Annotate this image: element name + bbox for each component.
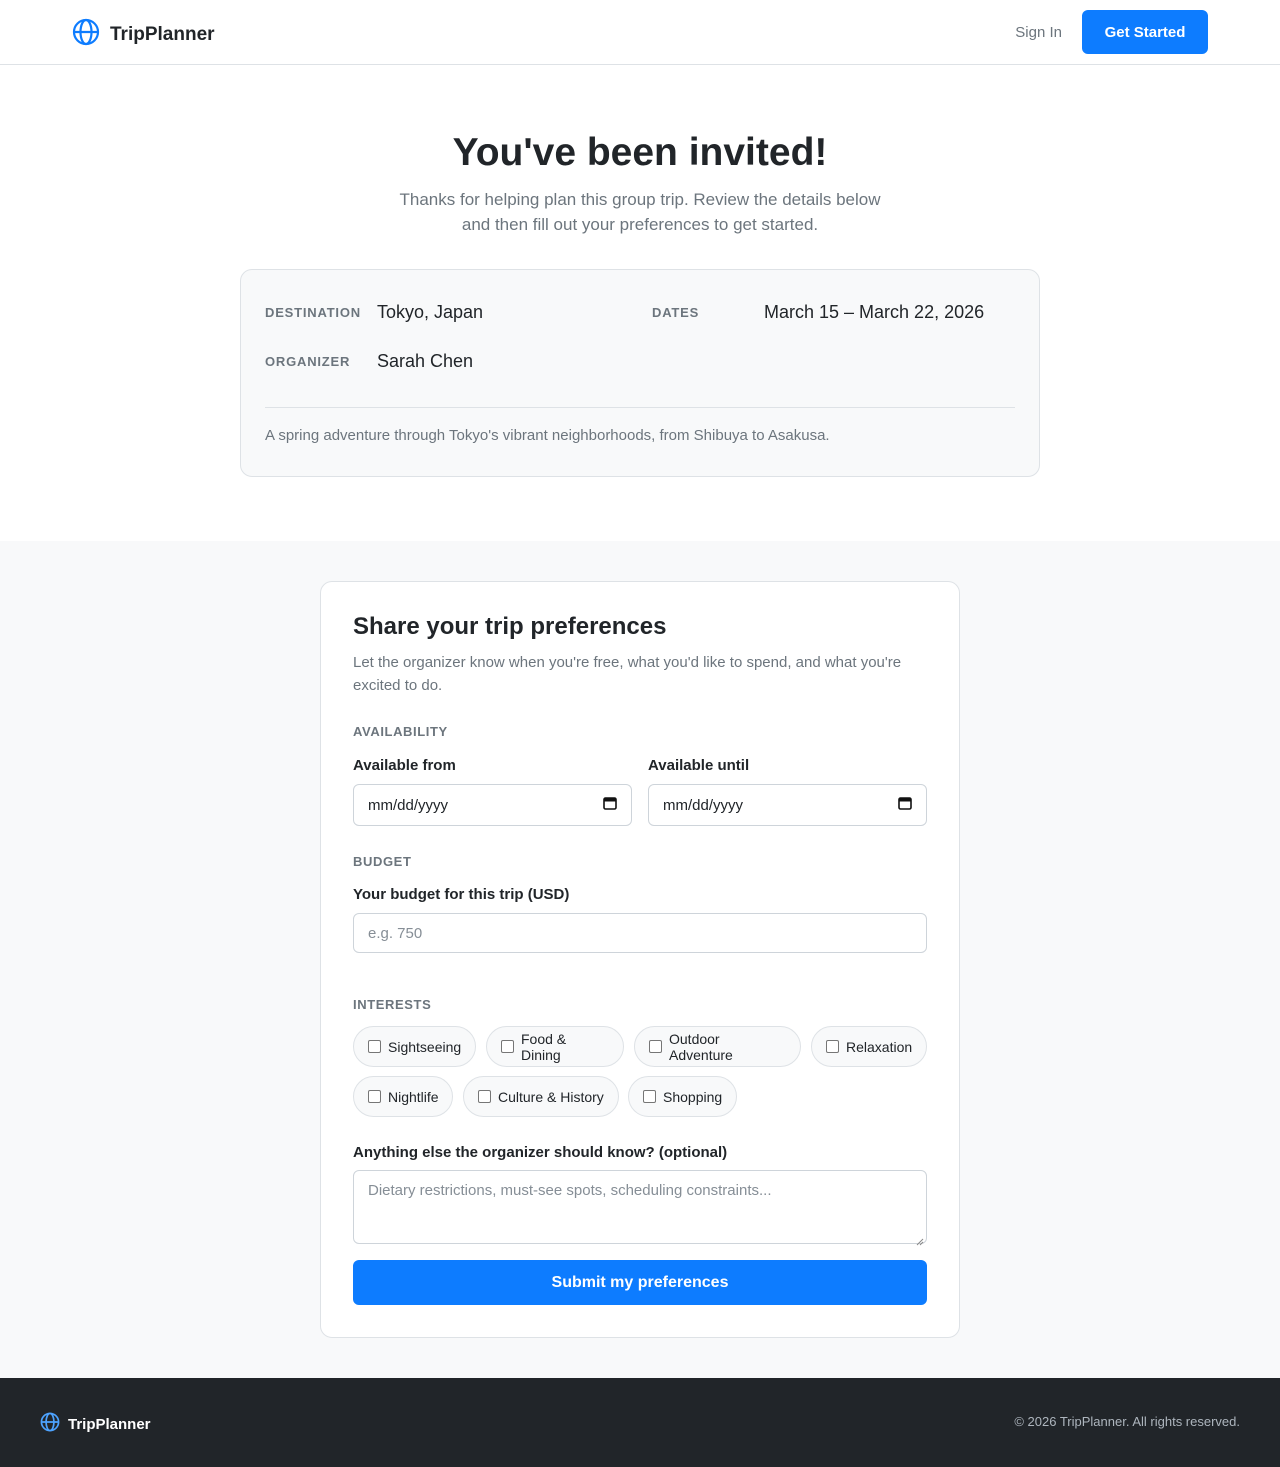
interest-label: Nightlife [388, 1088, 439, 1105]
footer-brand[interactable]: TripPlanner [40, 1412, 151, 1437]
interest-checkbox[interactable] [643, 1090, 656, 1103]
interest-checkbox[interactable] [649, 1040, 662, 1053]
hero-subtitle: Thanks for helping plan this group trip.… [399, 190, 881, 234]
resize-handle-icon[interactable] [916, 1233, 924, 1246]
notes-textarea[interactable]: Dietary restrictions, must-see spots, sc… [353, 1170, 927, 1246]
interest-checkbox[interactable] [826, 1040, 839, 1053]
interest-label: Food & Dining [521, 1030, 567, 1063]
interest-label: Outdoor Adventure [669, 1030, 733, 1063]
availability-section-label: Availability [353, 724, 448, 739]
available-from-value: mm/dd/yyyy [368, 796, 449, 814]
invite-hero: You've been invited! Thanks for helping … [0, 65, 1280, 541]
header-nav: Sign In Get Started [1015, 10, 1208, 54]
available-from-input[interactable]: mm/dd/yyyy [353, 784, 632, 826]
interest-checkbox[interactable] [478, 1090, 491, 1103]
interest-label: Culture & History [498, 1088, 604, 1105]
dates-value: March 15 – March 22, 2026 [764, 302, 985, 322]
form-title: Share your trip preferences [353, 613, 667, 640]
sign-in-link[interactable]: Sign In [1015, 24, 1062, 41]
page-title: You've been invited! [452, 131, 828, 174]
globe-icon [72, 18, 100, 51]
calendar-icon[interactable] [898, 796, 912, 814]
interest-chip-nightlife[interactable]: Nightlife [353, 1076, 453, 1117]
interest-chip-food-dining[interactable]: Food & Dining [486, 1026, 624, 1067]
destination-row: Destination Tokyo, Japan [265, 302, 483, 323]
budget-input[interactable]: e.g. 750 [353, 913, 927, 953]
interest-chip-sightseeing[interactable]: Sightseeing [353, 1026, 476, 1067]
site-header: TripPlanner Sign In Get Started [0, 0, 1280, 65]
form-subtitle: Let the organizer know when you're free,… [353, 654, 902, 694]
interest-checkbox[interactable] [501, 1040, 514, 1053]
calendar-icon[interactable] [603, 796, 617, 814]
get-started-button[interactable]: Get Started [1082, 10, 1208, 54]
organizer-value: Sarah Chen [377, 351, 474, 371]
destination-value: Tokyo, Japan [377, 302, 484, 322]
interest-chip-shopping[interactable]: Shopping [628, 1076, 737, 1117]
trip-details-card: Destination Tokyo, Japan Dates March 15 … [240, 269, 1040, 477]
interests-section-label: Interests [353, 997, 432, 1012]
interest-chip-relaxation[interactable]: Relaxation [811, 1026, 927, 1067]
destination-label: Destination [265, 305, 361, 320]
interest-checkbox[interactable] [368, 1040, 381, 1053]
globe-icon [40, 1412, 60, 1437]
available-until-value: mm/dd/yyyy [663, 796, 744, 814]
copyright-text: © 2026 TripPlanner. All rights reserved. [1014, 1414, 1240, 1429]
budget-label: Your budget for this trip (USD) [353, 886, 570, 903]
notes-placeholder: Dietary restrictions, must-see spots, sc… [368, 1182, 772, 1199]
available-from-label: Available from [353, 757, 456, 774]
preferences-form: Share your trip preferences Let the orga… [320, 581, 960, 1338]
interest-label: Sightseeing [388, 1038, 462, 1055]
available-until-label: Available until [648, 757, 750, 774]
card-divider [265, 407, 1015, 408]
preferences-section: Share your trip preferences Let the orga… [0, 541, 1280, 1378]
dates-label: Dates [652, 305, 700, 320]
interest-label: Shopping [663, 1088, 723, 1105]
organizer-row: Organizer Sarah Chen [265, 351, 473, 372]
organizer-label: Organizer [265, 354, 351, 369]
budget-section-label: Budget [353, 854, 412, 869]
interest-chip-culture-history[interactable]: Culture & History [463, 1076, 619, 1117]
trip-description: A spring adventure through Tokyo's vibra… [265, 427, 830, 444]
submit-preferences-button[interactable]: Submit my preferences [353, 1260, 927, 1305]
interest-checkbox[interactable] [368, 1090, 381, 1103]
notes-label: Anything else the organizer should know?… [353, 1144, 728, 1161]
footer-brand-name: TripPlanner [68, 1416, 151, 1433]
dates-row: Dates March 15 – March 22, 2026 [652, 302, 984, 323]
budget-placeholder: e.g. 750 [368, 924, 423, 942]
available-until-input[interactable]: mm/dd/yyyy [648, 784, 927, 826]
site-footer: TripPlanner © 2026 TripPlanner. All righ… [0, 1378, 1280, 1467]
brand-logo-link[interactable]: TripPlanner [72, 18, 215, 51]
brand-name: TripPlanner [110, 23, 215, 45]
interest-label: Relaxation [846, 1038, 913, 1055]
interest-chip-outdoor-adventure[interactable]: Outdoor Adventure [634, 1026, 801, 1067]
